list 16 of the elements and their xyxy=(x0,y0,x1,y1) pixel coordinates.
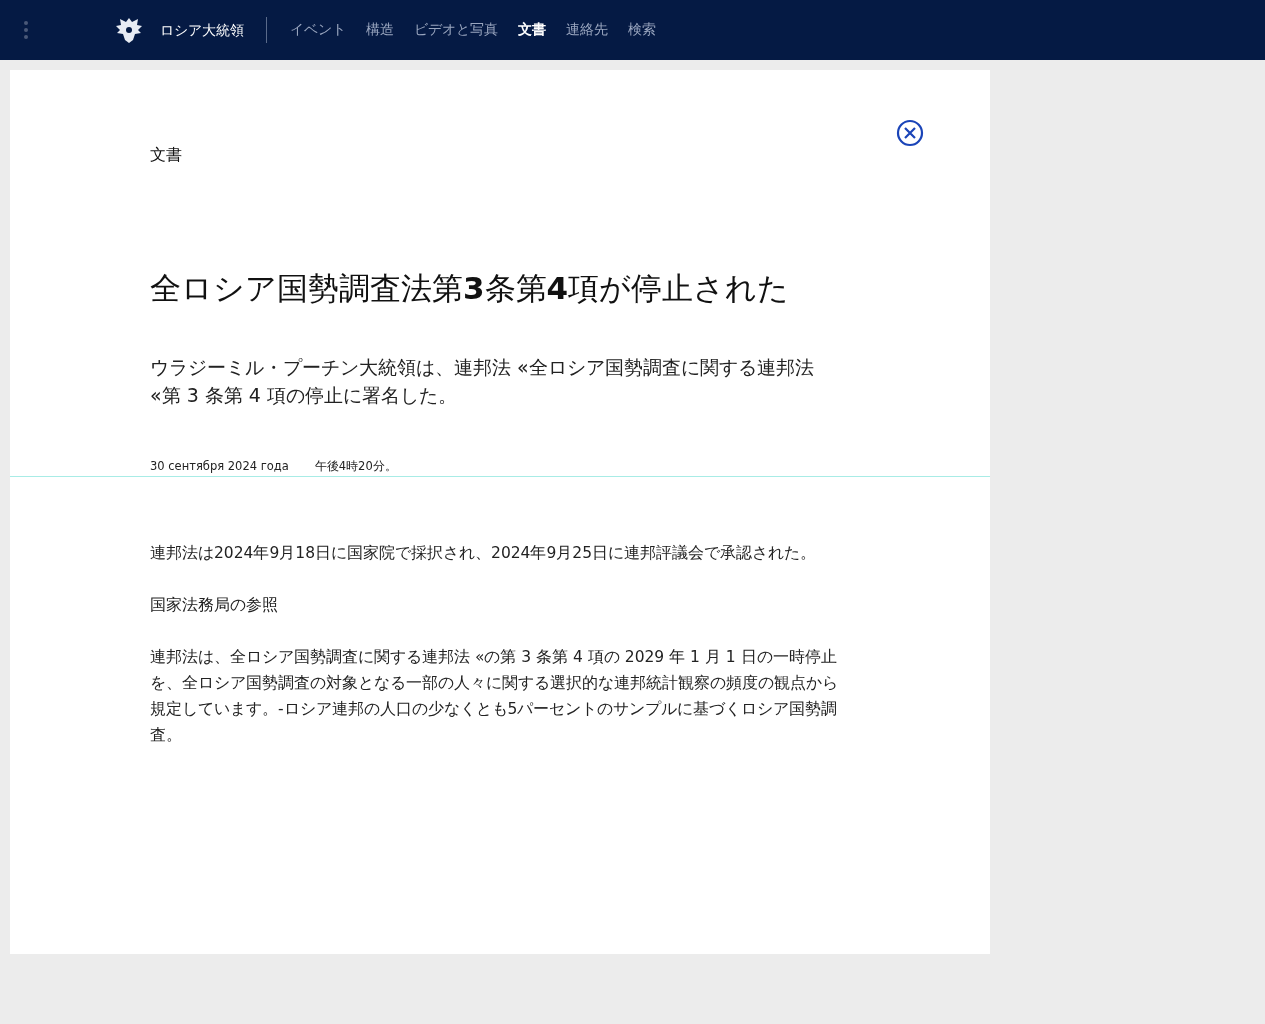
paragraph: 連邦法は、全ロシア国勢調査に関する連邦法 «の第 3 条第 4 項の 2029 年 1 月 1 日の一時停止を、全ロシア国勢調査の対象となる一部の人々に関する選択的な連邦統計観察の頻度の観点から規定しています。-ロシア連邦の人口の少なくとも5パーセントのサンプルに基づくロシア国勢調査。 xyxy=(150,647,839,746)
nav-link[interactable]: 文書 xyxy=(518,21,546,39)
nav-link[interactable]: イベント xyxy=(290,21,346,39)
nav-link[interactable]: ビデオと写真 xyxy=(414,21,498,39)
nav-link[interactable]: 構造 xyxy=(366,21,394,39)
nav-link[interactable]: 検索 xyxy=(628,21,656,39)
article-time: 午後4時20分。 xyxy=(314,459,397,474)
article-date: 30 сентября 2024 года xyxy=(150,459,289,474)
section-label: 文書 xyxy=(150,145,183,166)
close-button[interactable] xyxy=(896,119,924,147)
article-lead: ウラジーミル・プーチン大統領は、連邦法 «全ロシア国勢調査に関する連邦法 «第 3 条第 4 項の停止に署名した。 xyxy=(150,355,815,408)
article-title: 全ロシア国勢調査法第3条第4項が停止された xyxy=(150,269,791,308)
paragraph: 連邦法は2024年9月18日に国家院で採択され、2024年9月25日に連邦評議会で承認された。 xyxy=(150,543,818,564)
site-title[interactable]: ロシア大統領 xyxy=(160,17,267,43)
paragraph: 国家法務局の参照 xyxy=(150,595,279,616)
nav-link[interactable]: 連絡先 xyxy=(566,21,608,39)
